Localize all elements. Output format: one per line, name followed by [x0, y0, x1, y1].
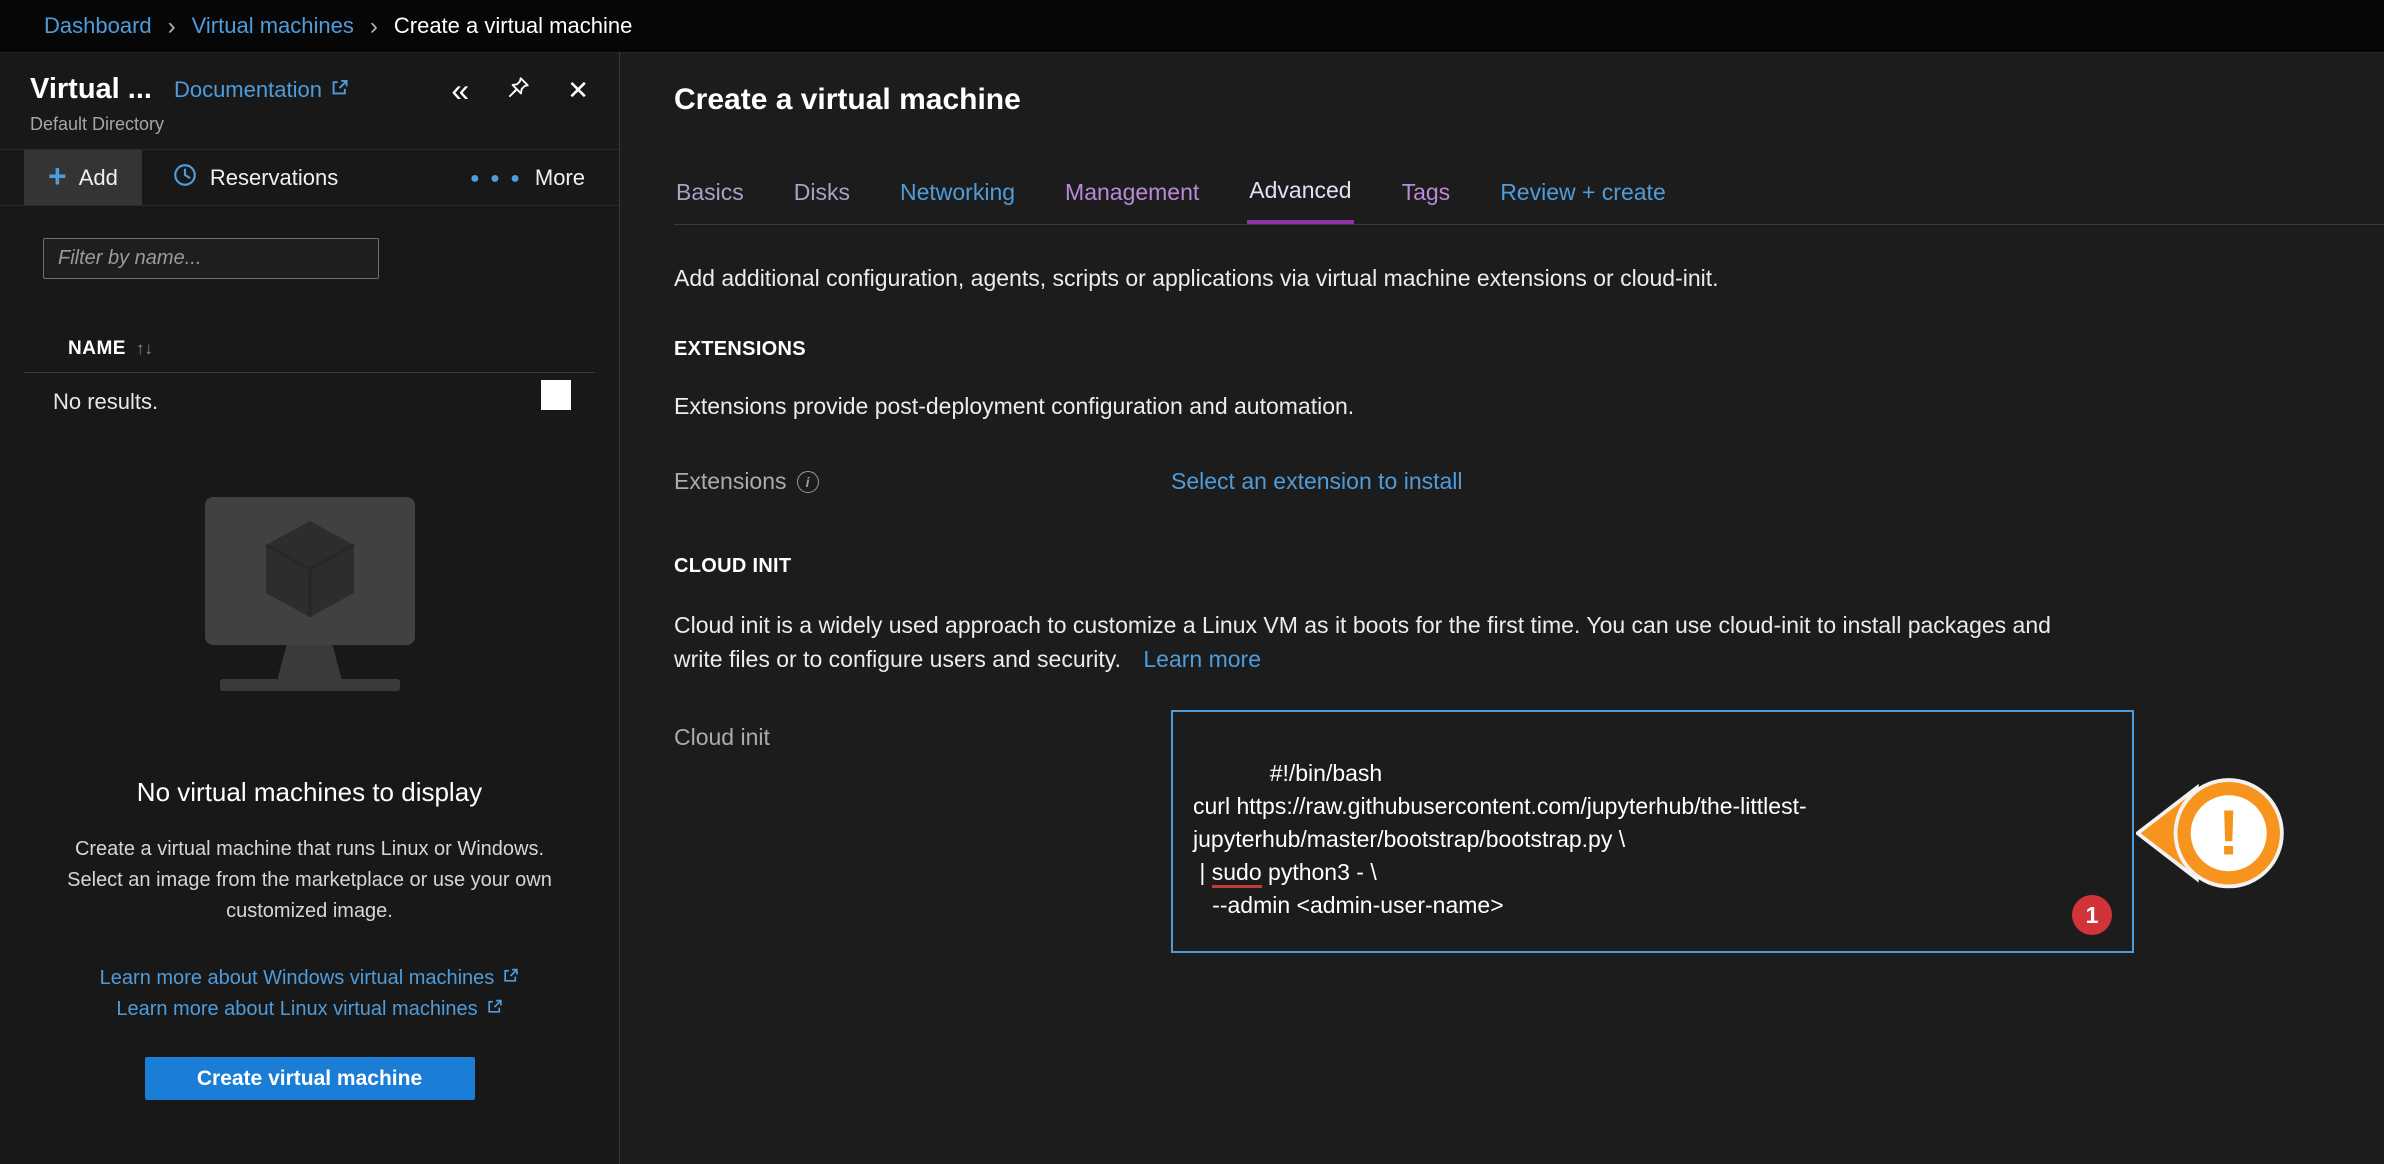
page-title: Create a virtual machine: [674, 83, 2384, 117]
list-empty-row: No results.: [0, 373, 619, 431]
plus-icon: +: [48, 160, 67, 192]
azure-portal-page: Dashboard › Virtual machines › Create a …: [0, 0, 2384, 1164]
tab-bar: Basics Disks Networking Management Advan…: [674, 177, 2384, 225]
advanced-tab-intro: Add additional configuration, agents, sc…: [674, 265, 2384, 292]
create-vm-pane: Create a virtual machine Basics Disks Ne…: [620, 53, 2384, 1164]
vm-monitor-illustration: [205, 497, 415, 691]
cloud-init-label-text: Cloud init: [674, 724, 770, 751]
empty-state-title: No virtual machines to display: [0, 777, 619, 808]
extensions-field-label: Extensions i: [674, 468, 1171, 495]
ellipsis-icon: ● ● ●: [470, 168, 523, 188]
add-button-label: Add: [79, 165, 118, 191]
extensions-label-text: Extensions: [674, 468, 787, 495]
extensions-field-row: Extensions i Select an extension to inst…: [674, 468, 2384, 495]
reservations-button-label: Reservations: [210, 165, 338, 191]
breadcrumb-dashboard[interactable]: Dashboard: [44, 13, 152, 39]
no-results-label: No results.: [53, 389, 158, 415]
blade-title: Virtual ...: [30, 73, 152, 106]
external-link-icon: [486, 994, 503, 1025]
monitor-screen: [205, 497, 415, 645]
external-link-icon: [502, 963, 519, 994]
name-column-header[interactable]: NAME ↑↓: [24, 325, 595, 373]
pin-icon: [505, 75, 531, 104]
virtual-machines-blade: Virtual ... Documentation «: [0, 53, 620, 1164]
tab-tags[interactable]: Tags: [1400, 177, 1453, 224]
learn-linux-vm-label: Learn more about Linux virtual machines: [116, 994, 477, 1025]
cube-icon: [262, 517, 358, 626]
pin-blade-button[interactable]: [505, 75, 531, 104]
blade-header: Virtual ... Documentation «: [0, 53, 619, 149]
breadcrumb-virtual-machines[interactable]: Virtual machines: [192, 13, 354, 39]
add-button[interactable]: + Add: [24, 150, 142, 205]
warning-callout: !: [2136, 774, 2288, 894]
learn-windows-vm-label: Learn more about Windows virtual machine…: [100, 963, 495, 994]
cloud-init-field-row: Cloud init #!/bin/bash curl https://raw.…: [674, 710, 2384, 953]
learn-linux-vm-link[interactable]: Learn more about Linux virtual machines: [116, 994, 502, 1025]
exclamation-icon: !: [2218, 797, 2239, 869]
info-icon[interactable]: i: [797, 471, 819, 493]
select-extension-link[interactable]: Select an extension to install: [1171, 468, 1463, 495]
extensions-section-header: EXTENSIONS: [674, 338, 2384, 361]
clock-icon: [172, 162, 198, 194]
documentation-link-label: Documentation: [174, 77, 322, 103]
more-button-label: More: [535, 165, 585, 191]
directory-label: Default Directory: [30, 114, 589, 135]
documentation-link[interactable]: Documentation: [174, 77, 349, 103]
sort-icon: ↑↓: [136, 339, 153, 359]
cloud-init-script-sudo: sudo: [1212, 859, 1262, 888]
external-link-icon: [330, 77, 349, 103]
tab-networking[interactable]: Networking: [898, 177, 1017, 224]
tab-basics[interactable]: Basics: [674, 177, 746, 224]
tab-review-create[interactable]: Review + create: [1498, 177, 1668, 224]
empty-state-description: Create a virtual machine that runs Linux…: [57, 834, 562, 927]
cloud-init-textarea[interactable]: #!/bin/bash curl https://raw.githubuserc…: [1171, 710, 2134, 953]
empty-state-links: Learn more about Windows virtual machine…: [0, 963, 619, 1025]
tab-advanced[interactable]: Advanced: [1247, 177, 1353, 224]
more-button[interactable]: ● ● ● More: [470, 150, 585, 205]
double-chevron-left-icon: «: [451, 74, 469, 106]
monitor-base: [220, 679, 400, 691]
scrollbar-thumb[interactable]: [541, 380, 571, 410]
extensions-description: Extensions provide post-deployment confi…: [674, 393, 2384, 420]
filter-by-name-input[interactable]: [43, 238, 379, 279]
reservations-button[interactable]: Reservations: [172, 150, 338, 205]
cloud-init-editor-wrap: #!/bin/bash curl https://raw.githubuserc…: [1171, 710, 2134, 953]
collapse-blade-button[interactable]: «: [451, 74, 469, 106]
blade-toolbar: + Add Reservations ● ● ● More: [0, 149, 619, 206]
cloud-init-description: Cloud init is a widely used approach to …: [674, 608, 2074, 676]
cloud-init-field-label: Cloud init: [674, 710, 1171, 751]
learn-more-link[interactable]: Learn more: [1143, 646, 1261, 672]
tab-management[interactable]: Management: [1063, 177, 1201, 224]
name-column-label: NAME: [68, 338, 126, 360]
breadcrumb: Dashboard › Virtual machines › Create a …: [0, 0, 2384, 53]
chevron-right-icon: ›: [370, 11, 378, 41]
close-blade-button[interactable]: ✕: [567, 77, 589, 103]
annotation-step-badge: 1: [2072, 895, 2112, 935]
close-icon: ✕: [567, 77, 589, 103]
cloud-init-description-text: Cloud init is a widely used approach to …: [674, 612, 2051, 672]
monitor-stand: [278, 645, 342, 679]
cloud-init-section-header: CLOUD INIT: [674, 555, 2384, 578]
create-virtual-machine-button[interactable]: Create virtual machine: [145, 1057, 475, 1100]
tab-disks[interactable]: Disks: [792, 177, 852, 224]
learn-windows-vm-link[interactable]: Learn more about Windows virtual machine…: [100, 963, 520, 994]
chevron-right-icon: ›: [168, 11, 176, 41]
breadcrumb-current: Create a virtual machine: [394, 13, 632, 39]
